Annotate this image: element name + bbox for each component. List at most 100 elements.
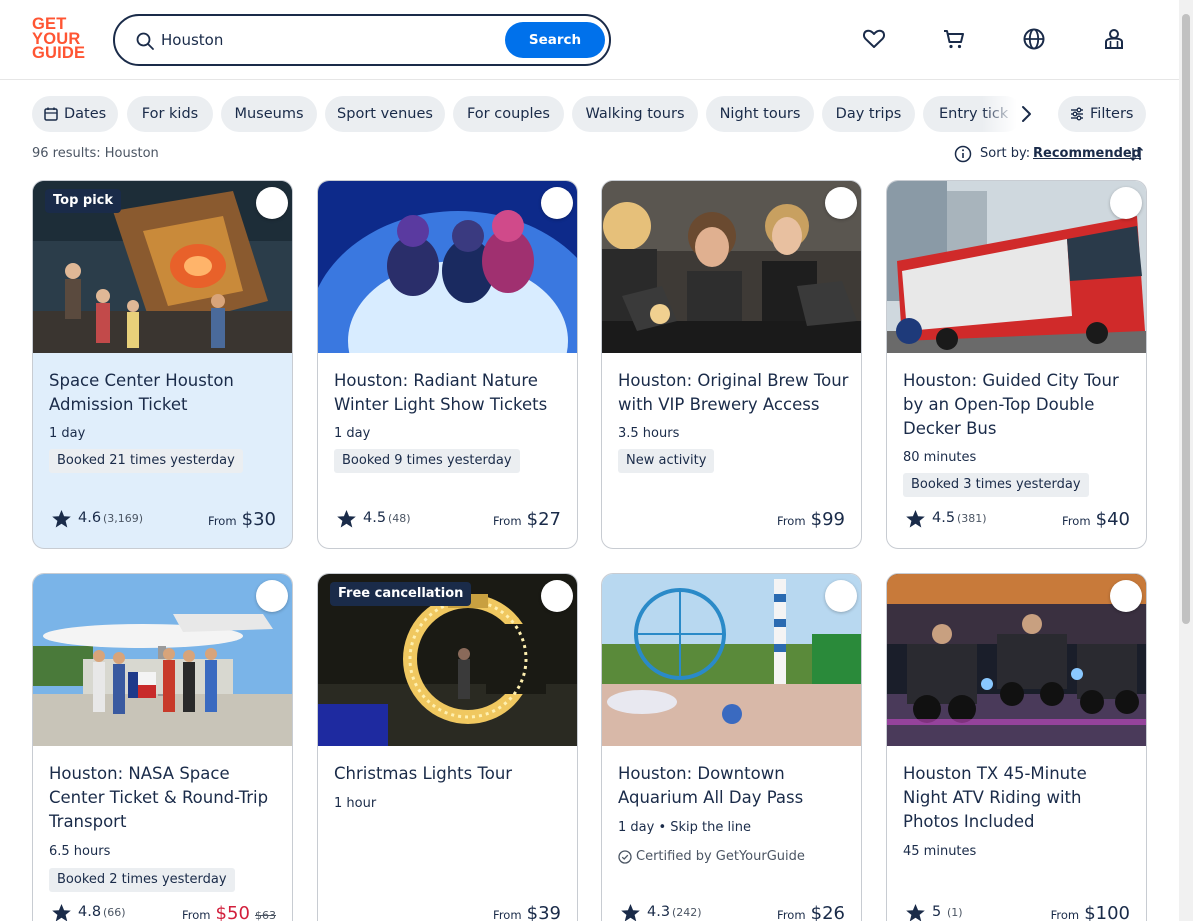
scrollbar-thumb[interactable] — [1182, 14, 1190, 624]
certified-text: Certified by GetYourGuide — [636, 849, 805, 864]
activity-image: Top pick — [33, 181, 292, 353]
price-from-label: From — [1062, 514, 1091, 528]
price-from-label: From — [777, 908, 806, 921]
activity-duration: 45 minutes — [903, 844, 977, 859]
chip-sport-venues[interactable]: Sport venues — [325, 96, 445, 132]
profile-icon[interactable] — [1101, 26, 1127, 52]
booked-tag: Booked 2 times yesterday — [49, 868, 235, 892]
activity-duration: 1 hour — [334, 796, 377, 811]
review-count: (66) — [103, 906, 126, 919]
activity-price: From $99 — [777, 509, 845, 533]
sort-label: Sort by: — [980, 146, 1031, 161]
activity-card[interactable]: Houston: NASA Space Center Ticket & Roun… — [32, 573, 293, 921]
heart-icon — [1117, 195, 1147, 367]
aquarium-photo — [602, 574, 861, 746]
price-from-label: From — [208, 514, 237, 528]
activity-image — [602, 574, 861, 746]
activity-card[interactable]: Houston: Original Brew Tour with VIP Bre… — [601, 180, 862, 549]
heart-icon[interactable] — [861, 26, 887, 52]
wishlist-button[interactable] — [256, 187, 288, 219]
activity-card[interactable]: Top pick Space Center Houston Admission … — [32, 180, 293, 549]
activity-title[interactable]: Houston: Radiant Nature Winter Light Sho… — [334, 369, 566, 417]
search-bar[interactable]: Search — [113, 14, 611, 66]
review-count: (3,169) — [103, 512, 144, 525]
filters-button[interactable]: Filters — [1058, 96, 1146, 132]
review-count: (48) — [388, 512, 411, 525]
price-from-label: From — [493, 514, 522, 528]
activity-card[interactable]: Houston TX 45-Minute Night ATV Riding wi… — [886, 573, 1147, 921]
activity-price: From $39 — [493, 903, 561, 921]
heart-icon — [1117, 588, 1147, 760]
activity-price: From $100 — [1051, 903, 1130, 921]
wishlist-button[interactable] — [825, 580, 857, 612]
activity-duration: 80 minutes — [903, 450, 977, 465]
rating-score: 4.5 — [363, 510, 387, 526]
activity-title[interactable]: Houston: Downtown Aquarium All Day Pass — [618, 762, 850, 810]
wishlist-button[interactable] — [1110, 580, 1142, 612]
activity-title[interactable]: Christmas Lights Tour — [334, 762, 566, 786]
atv-riding-photo — [887, 574, 1146, 746]
heart-icon — [832, 195, 862, 367]
chip-day-trips[interactable]: Day trips — [822, 96, 915, 132]
wishlist-button[interactable] — [825, 187, 857, 219]
wishlist-button[interactable] — [1110, 187, 1142, 219]
star-icon — [337, 510, 356, 528]
activity-image — [887, 181, 1146, 353]
cart-icon[interactable] — [941, 26, 967, 52]
wishlist-button[interactable] — [541, 580, 573, 612]
double-decker-bus-photo — [887, 181, 1146, 353]
chip-museums[interactable]: Museums — [221, 96, 317, 132]
activity-image — [887, 574, 1146, 746]
rating-score: 4.8 — [78, 904, 102, 920]
price-from-label: From — [181, 908, 211, 921]
logo-line-3: GUIDE — [32, 44, 86, 62]
chevron-right-icon[interactable] — [1012, 100, 1040, 128]
page-scrollbar[interactable] — [1179, 0, 1193, 921]
search-button[interactable]: Search — [505, 22, 605, 58]
activity-card[interactable]: Free cancellation Christmas Lights Tour … — [317, 573, 578, 921]
star-icon — [906, 510, 925, 528]
price-amount: $27 — [526, 509, 561, 530]
star-icon — [52, 904, 71, 921]
top-pick-badge: Top pick — [45, 189, 122, 213]
activity-title[interactable]: Space Center Houston Admission Ticket — [49, 369, 281, 417]
info-icon[interactable] — [954, 145, 972, 163]
certified-check-icon — [618, 850, 632, 864]
search-input[interactable] — [161, 26, 491, 54]
sort-arrows-icon[interactable] — [1129, 145, 1145, 163]
rating-score: 4.6 — [78, 510, 102, 526]
wishlist-button[interactable] — [541, 187, 573, 219]
light-show-photo — [318, 181, 577, 353]
activity-image: Free cancellation — [318, 574, 577, 746]
activity-card[interactable]: Houston: Downtown Aquarium All Day Pass … — [601, 573, 862, 921]
activity-card[interactable]: Houston: Guided City Tour by an Open-Top… — [886, 180, 1147, 549]
rating-score: 4.5 — [932, 510, 956, 526]
nasa-shuttle-photo — [33, 574, 292, 746]
heart-icon — [832, 588, 862, 760]
sort-value[interactable]: Recommended — [1033, 146, 1141, 161]
getyourguide-logo[interactable]: GET YOUR GUIDE — [32, 16, 90, 65]
activity-image — [33, 574, 292, 746]
booked-tag: Booked 3 times yesterday — [903, 473, 1089, 497]
price-from-label: From — [493, 908, 522, 921]
review-count: (242) — [672, 906, 702, 919]
wishlist-button[interactable] — [256, 580, 288, 612]
activity-title[interactable]: Houston TX 45-Minute Night ATV Riding wi… — [903, 762, 1135, 834]
chip-for-couples[interactable]: For couples — [453, 96, 564, 132]
filters-label: Filters — [1090, 106, 1134, 122]
chip-dates[interactable]: Dates — [32, 96, 118, 132]
sort-control[interactable]: Sort by: Recommended — [954, 144, 1149, 164]
activity-title[interactable]: Houston: Guided City Tour by an Open-Top… — [903, 369, 1135, 441]
price-amount: $100 — [1084, 903, 1130, 921]
chip-walking-tours[interactable]: Walking tours — [572, 96, 698, 132]
activity-card[interactable]: Houston: Radiant Nature Winter Light Sho… — [317, 180, 578, 549]
top-header: GET YOUR GUIDE Search — [0, 0, 1193, 80]
globe-icon[interactable] — [1021, 26, 1047, 52]
chip-for-kids[interactable]: For kids — [127, 96, 213, 132]
chip-night-tours[interactable]: Night tours — [706, 96, 814, 132]
activity-title[interactable]: Houston: Original Brew Tour with VIP Bre… — [618, 369, 850, 417]
filter-chips: Dates For kids Museums Sport venues For … — [32, 96, 1152, 132]
price-from-label: From — [1050, 908, 1080, 921]
activity-price: From $40 — [1062, 509, 1130, 533]
activity-title[interactable]: Houston: NASA Space Center Ticket & Roun… — [49, 762, 281, 834]
